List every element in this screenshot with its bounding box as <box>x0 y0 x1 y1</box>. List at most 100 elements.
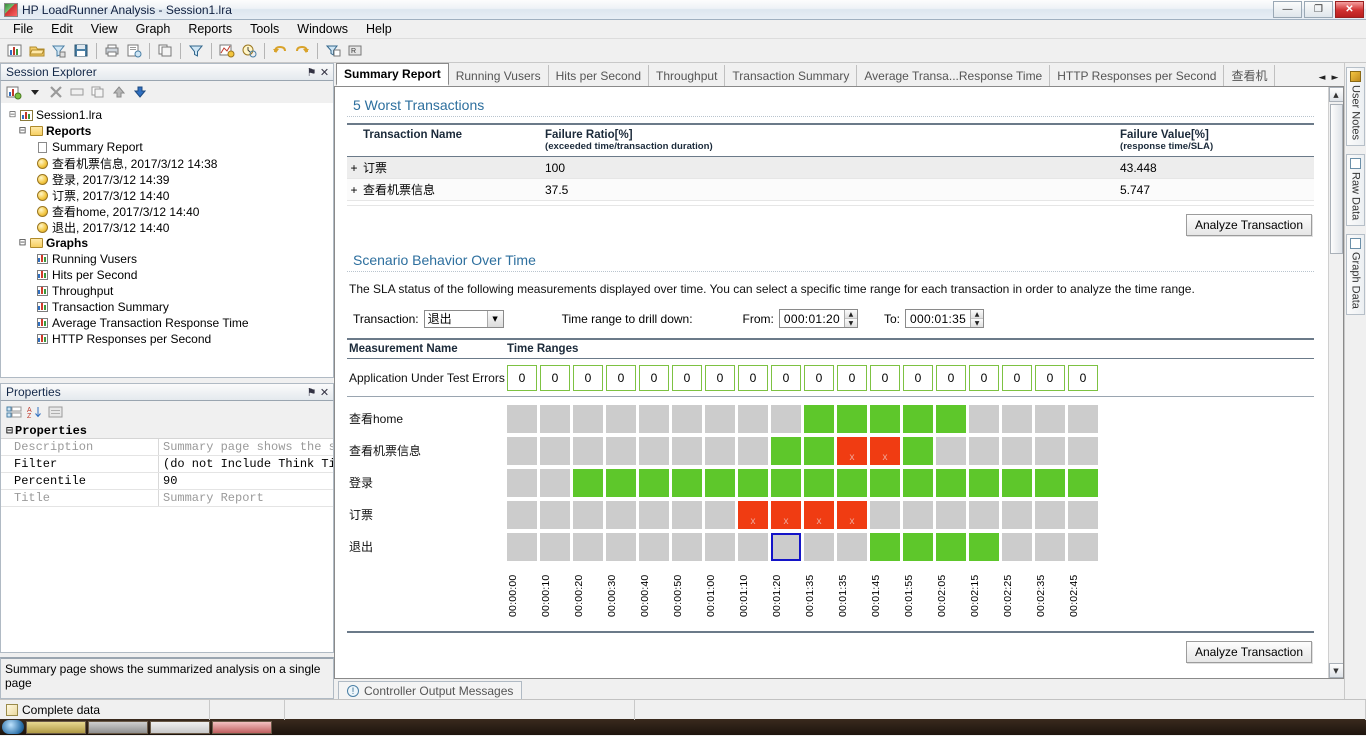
sla-status-cell[interactable] <box>771 533 801 561</box>
sla-status-cell[interactable] <box>738 437 768 465</box>
collapse-icon[interactable]: ⊟ <box>17 238 28 248</box>
spin-down-icon[interactable]: ▼ <box>844 318 857 327</box>
sla-status-cell[interactable] <box>870 405 900 433</box>
sla-status-cell[interactable] <box>705 501 735 529</box>
property-row-percentile[interactable]: Percentile 90 <box>1 473 333 490</box>
menu-windows[interactable]: Windows <box>288 20 357 38</box>
table-row[interactable]: + 查看机票信息 37.5 5.747 <box>347 178 1314 201</box>
row-expander[interactable]: + <box>347 178 361 201</box>
sla-status-cell[interactable] <box>1035 533 1065 561</box>
sla-status-cell[interactable] <box>606 501 636 529</box>
right-tab-user-notes[interactable]: User Notes <box>1346 67 1365 147</box>
sla-status-cell[interactable] <box>507 469 537 497</box>
sla-status-cell[interactable]: x <box>738 501 768 529</box>
sla-status-cell[interactable] <box>705 533 735 561</box>
add-graph-icon[interactable] <box>5 83 23 101</box>
menu-reports[interactable]: Reports <box>179 20 241 38</box>
tab-next-icon[interactable]: ► <box>1329 70 1341 86</box>
sla-status-cell[interactable] <box>804 533 834 561</box>
move-up-icon[interactable] <box>110 83 128 101</box>
crossresult-icon[interactable] <box>322 41 343 61</box>
tree-item-http-responses-per-second[interactable]: HTTP Responses per Second <box>7 331 333 347</box>
sla-status-cell[interactable] <box>540 501 570 529</box>
from-time-stepper[interactable]: 000:01:20 ▲ ▼ <box>778 309 858 328</box>
sla-status-cell[interactable] <box>903 405 933 433</box>
menu-view[interactable]: View <box>82 20 127 38</box>
tree-item-report-4[interactable]: 查看home, 2017/3/12 14:40 <box>7 203 333 219</box>
duplicate-icon[interactable] <box>89 83 107 101</box>
sla-status-cell[interactable] <box>936 533 966 561</box>
taskbar-item[interactable] <box>26 720 86 734</box>
minimize-button[interactable]: — <box>1273 1 1302 18</box>
menu-edit[interactable]: Edit <box>42 20 82 38</box>
sla-status-cell[interactable] <box>804 437 834 465</box>
sla-status-cell[interactable] <box>1068 405 1098 433</box>
delete-icon[interactable] <box>47 83 65 101</box>
row-expander[interactable]: + <box>347 156 361 179</box>
sla-status-cell[interactable] <box>672 437 702 465</box>
sla-status-cell[interactable] <box>936 405 966 433</box>
sla-status-cell[interactable] <box>837 533 867 561</box>
scroll-up-icon[interactable]: ▲ <box>1328 87 1343 102</box>
tree-item-summary-report[interactable]: Summary Report <box>7 139 333 155</box>
sla-status-cell[interactable] <box>1068 533 1098 561</box>
sla-status-cell[interactable] <box>1068 469 1098 497</box>
undo-icon[interactable] <box>269 41 290 61</box>
menu-help[interactable]: Help <box>357 20 401 38</box>
sla-status-cell[interactable] <box>837 405 867 433</box>
sla-status-cell[interactable]: x <box>804 501 834 529</box>
sla-status-cell[interactable] <box>1002 501 1032 529</box>
tree-item-report-5[interactable]: 退出, 2017/3/12 14:40 <box>7 219 333 235</box>
sla-status-cell[interactable] <box>573 501 603 529</box>
sla-status-cell[interactable] <box>870 533 900 561</box>
properties-grid[interactable]: ⊟ Properties Description Summary page sh… <box>0 423 334 653</box>
sla-status-cell[interactable] <box>1035 437 1065 465</box>
tree-root[interactable]: ⊟ Session1.lra <box>7 107 333 123</box>
sla-status-cell[interactable]: x <box>837 501 867 529</box>
sla-status-cell[interactable]: x <box>837 437 867 465</box>
sla-status-cell[interactable] <box>1002 405 1032 433</box>
sla-status-cell[interactable] <box>672 533 702 561</box>
sla-status-cell[interactable] <box>1002 437 1032 465</box>
sla-status-cell[interactable] <box>903 533 933 561</box>
menu-file[interactable]: File <box>4 20 42 38</box>
pin-icon[interactable]: ⚑ <box>305 66 318 79</box>
sla-status-cell[interactable] <box>1002 533 1032 561</box>
chevron-down-icon[interactable] <box>26 83 44 101</box>
sla-status-cell[interactable] <box>672 501 702 529</box>
sla-status-cell[interactable] <box>573 437 603 465</box>
tab-hits-per-second[interactable]: Hits per Second <box>548 65 650 86</box>
spin-up-icon[interactable]: ▲ <box>971 310 984 318</box>
scrollbar-thumb[interactable] <box>1329 104 1343 254</box>
set-filter-icon[interactable] <box>48 41 69 61</box>
sla-status-cell[interactable] <box>870 501 900 529</box>
sla-status-cell[interactable] <box>936 469 966 497</box>
session-tree[interactable]: ⊟ Session1.lra ⊟ Reports Summary Report … <box>0 103 334 378</box>
open-session-icon[interactable] <box>26 41 47 61</box>
tab-throughput[interactable]: Throughput <box>649 65 726 86</box>
tree-group-reports[interactable]: ⊟ Reports <box>7 123 333 139</box>
filter-icon[interactable] <box>185 41 206 61</box>
sla-status-cell[interactable] <box>870 469 900 497</box>
sla-status-cell[interactable] <box>540 469 570 497</box>
sla-status-cell[interactable] <box>606 405 636 433</box>
chevron-down-icon[interactable]: ▼ <box>486 310 503 327</box>
collapse-icon[interactable]: ⊟ <box>17 126 28 136</box>
sla-status-cell[interactable] <box>639 533 669 561</box>
tab-running-vusers[interactable]: Running Vusers <box>448 65 549 86</box>
to-time-stepper[interactable]: 000:01:35 ▲ ▼ <box>905 309 985 328</box>
tab-prev-icon[interactable]: ◄ <box>1316 70 1328 86</box>
move-down-icon[interactable] <box>131 83 149 101</box>
sla-status-cell[interactable] <box>573 469 603 497</box>
sla-status-cell[interactable] <box>969 469 999 497</box>
right-tab-graph-data[interactable]: Graph Data <box>1346 234 1365 316</box>
tree-item-avg-transaction-response-time[interactable]: Average Transaction Response Time <box>7 315 333 331</box>
sla-status-cell[interactable] <box>606 533 636 561</box>
sla-status-cell[interactable] <box>507 437 537 465</box>
property-row-filter[interactable]: Filter (do not Include Think Time) <box>1 456 333 473</box>
auto-correlate-icon[interactable] <box>238 41 259 61</box>
sla-status-cell[interactable] <box>1002 469 1032 497</box>
save-icon[interactable] <box>70 41 91 61</box>
collapse-icon[interactable]: ⊟ <box>7 110 18 120</box>
sla-status-cell[interactable] <box>903 501 933 529</box>
